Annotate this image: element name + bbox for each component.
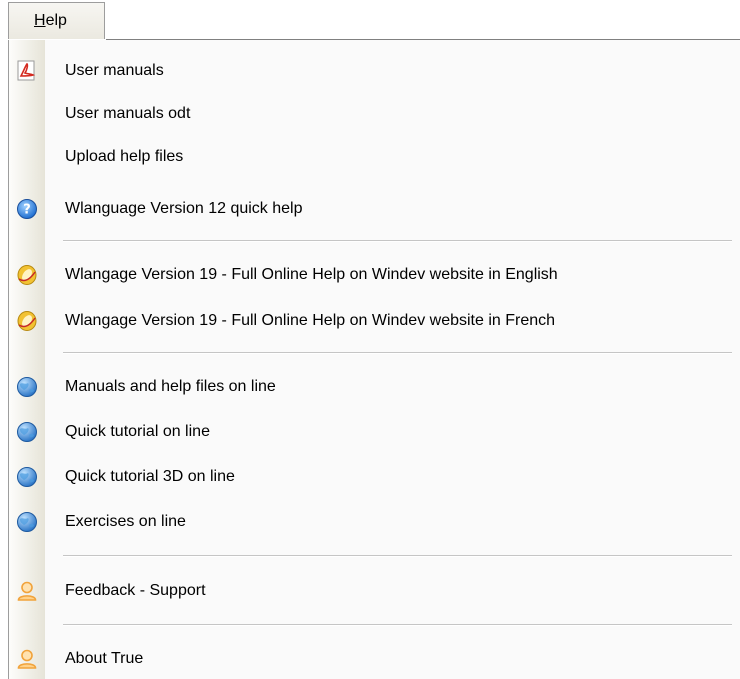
menu-item-quick-help[interactable]: ? Wlanguage Version 12 quick help	[9, 190, 740, 227]
menu-item-label: Wlangage Version 19 - Full Online Help o…	[65, 312, 556, 329]
menu-item-label: User manuals	[65, 62, 164, 79]
help-icon: ?	[17, 199, 37, 219]
menu-item-label: Quick tutorial 3D on line	[65, 468, 235, 485]
pdf-icon	[17, 60, 36, 81]
menu-separator	[63, 555, 732, 557]
user-icon	[17, 649, 37, 669]
menu-item-user-manuals-odt[interactable]: User manuals odt	[9, 95, 740, 132]
windev-icon	[17, 265, 37, 285]
menu-item-quick-tutorial[interactable]: Quick tutorial on line	[9, 413, 740, 450]
help-dropdown: User manuals User manuals odt Upload hel…	[8, 40, 740, 679]
menu-bar: Help	[0, 0, 740, 40]
menu-item-exercises[interactable]: Exercises on line	[9, 503, 740, 540]
menu-separator	[63, 352, 732, 354]
globe-icon	[17, 422, 37, 442]
globe-icon	[17, 377, 37, 397]
menu-item-upload-help-files[interactable]: Upload help files	[9, 138, 740, 175]
help-menu-label: elp	[45, 12, 67, 29]
menu-item-label: Feedback - Support	[65, 582, 206, 599]
help-menu[interactable]: Help	[8, 2, 105, 39]
menu-separator	[63, 624, 732, 626]
windev-icon	[17, 311, 37, 331]
svg-text:?: ?	[23, 203, 31, 218]
menu-item-feedback-support[interactable]: Feedback - Support	[9, 572, 740, 609]
menu-item-label: About True	[65, 650, 144, 667]
menu-item-label: Upload help files	[65, 148, 184, 165]
menu-item-quick-tutorial-3d[interactable]: Quick tutorial 3D on line	[9, 458, 740, 495]
menu-item-label: Wlanguage Version 12 quick help	[65, 200, 303, 217]
menu-item-about[interactable]: About True	[9, 640, 740, 677]
menu-item-label: Exercises on line	[65, 513, 186, 530]
user-icon	[17, 581, 37, 601]
menu-item-user-manuals[interactable]: User manuals	[9, 52, 740, 89]
menu-item-label: User manuals odt	[65, 105, 191, 122]
menu-item-label: Quick tutorial on line	[65, 423, 210, 440]
globe-icon	[17, 512, 37, 532]
menu-separator	[63, 240, 732, 242]
globe-icon	[17, 467, 37, 487]
menu-item-online-help-french[interactable]: Wlangage Version 19 - Full Online Help o…	[9, 302, 740, 339]
menu-item-label: Manuals and help files on line	[65, 378, 276, 395]
menu-item-label: Wlangage Version 19 - Full Online Help o…	[65, 266, 558, 283]
help-menu-accelerator: H	[34, 12, 46, 29]
menu-item-online-help-english[interactable]: Wlangage Version 19 - Full Online Help o…	[9, 256, 740, 293]
menu-item-manuals-online[interactable]: Manuals and help files on line	[9, 368, 740, 405]
